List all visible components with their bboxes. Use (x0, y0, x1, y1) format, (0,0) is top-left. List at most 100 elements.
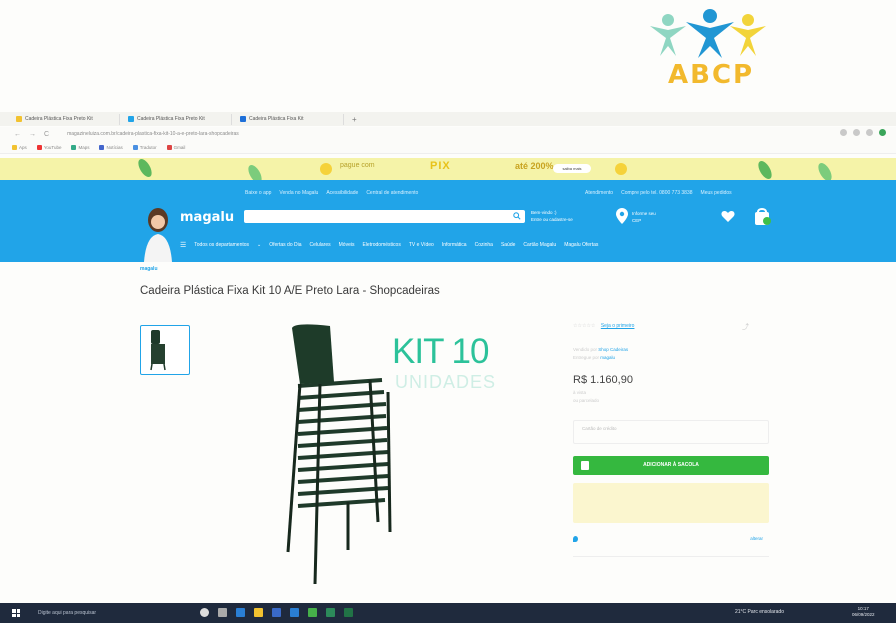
store-icon[interactable] (272, 608, 281, 617)
search-icon[interactable] (513, 212, 521, 220)
leaf-decoration-icon (755, 158, 775, 180)
menu-item[interactable]: Ofertas do Dia (269, 242, 301, 248)
screenshot-page: ABCP Cadeira Plástica Fixa Preto Kit Cad… (0, 0, 896, 623)
location-pin-icon (573, 536, 578, 542)
extension-icon[interactable] (853, 129, 860, 136)
stacked-chairs-image (286, 324, 392, 585)
product-price: R$ 1.160,90 (573, 374, 633, 386)
emoji-icon (320, 163, 332, 175)
cortana-icon[interactable] (200, 608, 209, 617)
menu-item[interactable]: Informática (442, 242, 467, 248)
address-bar-row: ← → C magazineluiza.com.br/cadeira-plast… (0, 127, 896, 141)
tab-favicon-icon (240, 116, 246, 122)
header-link[interactable]: Compre pelo tel. 0800 773 3838 (621, 190, 692, 196)
emoji-icon (615, 163, 627, 175)
taskbar-clock[interactable]: 10:17 06/09/2022 (852, 606, 875, 618)
chair-thumbnail-icon (150, 330, 166, 371)
change-cep-link[interactable]: alterar (750, 536, 763, 541)
magalu-logo[interactable]: magalu (180, 210, 234, 225)
bookmark-item[interactable]: Tradutor (132, 144, 157, 150)
new-tab-button[interactable]: + (348, 115, 361, 124)
location-pin-icon[interactable] (616, 208, 628, 224)
file-explorer-icon[interactable] (254, 608, 263, 617)
mail-icon[interactable] (290, 608, 299, 617)
bookmark-item[interactable]: Gmail (166, 144, 185, 150)
promo-cta-button[interactable]: saiba mais (553, 164, 591, 173)
abcp-wordmark: ABCP (668, 60, 755, 90)
product-title: Cadeira Plástica Fixa Kit 10 A/E Preto L… (140, 285, 440, 297)
tab-favicon-icon (16, 116, 22, 122)
profile-avatar-icon[interactable] (879, 129, 886, 136)
price-details: à vista ou parcelado (573, 390, 600, 403)
delivery-link[interactable]: magalu (600, 355, 615, 360)
promo-text: pague com (340, 162, 375, 169)
promo-banner[interactable]: pague com PIX até 200% saiba mais (0, 158, 896, 180)
extension-icon[interactable] (866, 129, 873, 136)
chrome-icon[interactable] (308, 608, 317, 617)
favorites-heart-icon[interactable] (721, 210, 735, 223)
news-icon (99, 144, 105, 150)
header-link[interactable]: Meus pedidos (701, 190, 732, 196)
menu-hamburger-icon[interactable]: ☰ (180, 241, 186, 249)
menu-item[interactable]: TV e Vídeo (409, 242, 434, 248)
tab-favicon-icon (128, 116, 134, 122)
cep-link[interactable]: Informe seu CEP (632, 210, 656, 224)
bookmark-item[interactable]: YouTube (36, 144, 61, 150)
promo-highlight: PIX (430, 160, 451, 172)
abcp-logo: ABCP (640, 8, 780, 103)
excel-icon[interactable] (326, 608, 335, 617)
header-link[interactable]: Baixe o app (245, 190, 271, 196)
header-top-links-right: Atendimento Compre pelo tel. 0800 773 38… (585, 190, 732, 196)
header-link[interactable]: Central de atendimento (366, 190, 418, 196)
menu-item[interactable]: Eletrodomésticos (362, 242, 400, 248)
rating-row: ☆☆☆☆☆ Seja o primeiro (573, 323, 634, 329)
menu-item[interactable]: Saúde (501, 242, 515, 248)
share-icon[interactable]: ⤴ (742, 322, 749, 332)
weather-tray[interactable]: 21°C Parc ensolarado (735, 609, 784, 615)
bag-icon (581, 461, 589, 470)
edge-icon[interactable] (236, 608, 245, 617)
payment-option-card[interactable]: Cartão de crédito (573, 420, 769, 444)
header-link[interactable]: Venda no Magalu (279, 190, 318, 196)
browser-tab[interactable]: Cadeira Plástica Fixa Preto Kit (124, 113, 232, 125)
bookmark-item[interactable]: Notícias (99, 144, 123, 150)
windows-start-icon[interactable] (12, 609, 20, 617)
url-field[interactable]: magazineluiza.com.br/cadeira-plastica-fi… (67, 131, 397, 137)
department-menu: ☰ Todos os departamentos ⌄ Ofertas do Di… (180, 241, 598, 249)
header-link[interactable]: Acessibilidade (326, 190, 358, 196)
add-to-bag-button[interactable]: ADICIONAR À SACOLA (573, 456, 769, 475)
browser-tab[interactable]: Cadeira Plástica Fixa Kit (236, 113, 344, 125)
search-input[interactable] (244, 210, 525, 223)
bookmark-item[interactable]: Aps (12, 144, 27, 150)
bookmarks-bar: Aps YouTube Maps Notícias Tradutor Gmail (0, 141, 896, 154)
shipping-row: alterar (573, 536, 769, 542)
reload-button[interactable]: C (44, 131, 49, 138)
menu-item[interactable]: Cartão Magalu (523, 242, 556, 248)
teams-icon[interactable] (344, 608, 353, 617)
browser-tab[interactable]: Cadeira Plástica Fixa Preto Kit (12, 113, 120, 125)
header-link[interactable]: Atendimento (585, 190, 613, 196)
leaf-decoration-icon (135, 158, 155, 180)
promo-amount: até 200% (515, 161, 554, 171)
breadcrumb[interactable]: magalu (140, 266, 158, 272)
shopping-bag-icon[interactable] (752, 206, 772, 226)
forward-button[interactable]: → (29, 131, 36, 138)
menu-item-all-departments[interactable]: Todos os departamentos (194, 242, 249, 248)
menu-item[interactable]: Celulares (310, 242, 331, 248)
extension-icon[interactable] (840, 129, 847, 136)
taskbar-search[interactable]: Digite aqui para pesquisar (32, 608, 182, 618)
menu-item[interactable]: Magalu Ofertas (564, 242, 598, 248)
task-view-icon[interactable] (218, 608, 227, 617)
apps-icon (12, 144, 17, 150)
login-link[interactable]: Bem-vindo :) Entre ou cadastre-se (531, 209, 573, 223)
header-top-links: Baixe o app Venda no Magalu Acessibilida… (245, 190, 418, 196)
product-thumbnail[interactable] (140, 325, 190, 375)
back-button[interactable]: ← (14, 131, 21, 138)
bookmark-item[interactable]: Maps (71, 144, 89, 150)
browser-tab-strip: Cadeira Plástica Fixa Preto Kit Cadeira … (0, 112, 896, 126)
menu-item[interactable]: Cozinha (475, 242, 493, 248)
menu-item[interactable]: Móveis (339, 242, 355, 248)
windows-taskbar: Digite aqui para pesquisar 21°C Parc ens… (0, 603, 896, 623)
review-link[interactable]: Seja o primeiro (601, 323, 635, 329)
seller-link[interactable]: Shop Cadeiras (598, 347, 628, 352)
